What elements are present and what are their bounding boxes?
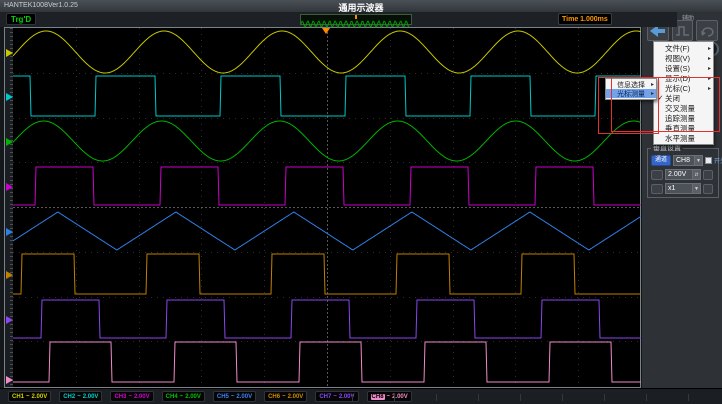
channel-id-label: CH3 — [114, 393, 127, 400]
channel-badge[interactable]: CH5 ~2.00V — [212, 391, 257, 402]
menu-item[interactable]: 文件(F) ▸ — [654, 43, 713, 53]
divider — [646, 394, 647, 401]
channel-status-bar: CH1 ~2.00V CH2 ~2.00V CH3 ~2.00V CH4 ~2.00V CH5 ~… — [0, 388, 722, 404]
channel-badge[interactable]: CH4 ~2.00V — [161, 391, 205, 402]
overview-waveform — [300, 19, 410, 29]
pulse-icon — [676, 25, 689, 36]
status-bar: Trg'D Time 1.000ms — [0, 12, 641, 29]
divider — [604, 394, 605, 401]
trigger-status-badge: Trg'D — [6, 13, 37, 25]
submenu-arrow-icon: ▸ — [707, 65, 711, 72]
coupling-symbol: ~ — [26, 393, 30, 400]
channel-marker-ch2[interactable] — [6, 93, 13, 101]
volts-per-div-label: 2.00V — [82, 393, 99, 400]
coupling-symbol: ~ — [282, 393, 286, 400]
channel-badge[interactable]: CH2 ~2.00V — [59, 391, 103, 402]
trigger-position-marker-icon[interactable] — [322, 28, 330, 34]
menu-item-label: 水平测量 — [665, 133, 695, 143]
channel-id-label: CH5 — [216, 393, 229, 400]
coupling-symbol: ~ — [179, 393, 184, 400]
coupling-symbol: ~ — [77, 393, 81, 400]
spinner-icon[interactable]: ⇵ — [692, 170, 700, 179]
coupling-symbol: ~ — [333, 393, 337, 400]
channel-marker-ch4[interactable] — [6, 138, 13, 146]
channel-id-label: CH1 — [12, 393, 25, 400]
chevron-down-icon[interactable]: ▼ — [692, 184, 700, 193]
waveform-display[interactable] — [4, 27, 641, 388]
channel-id-label: CH4 — [165, 393, 178, 400]
timebase-readout[interactable]: Time 1.000ms — [558, 13, 612, 25]
volts-per-div-select[interactable]: 2.00V ⇵ — [665, 169, 701, 180]
channel-marker-ch6[interactable] — [6, 271, 13, 279]
volts-per-div-label: 2.00V — [31, 393, 48, 400]
probe-next-button[interactable] — [703, 183, 713, 194]
coupling-symbol: ~ — [128, 393, 132, 400]
channel-marker-ch8[interactable] — [6, 376, 13, 384]
divider — [352, 394, 353, 401]
coupling-symbol: ~ — [230, 393, 235, 400]
channel-badge[interactable]: CH8 ~2.00V — [366, 391, 412, 402]
channel-id-label: CH2 — [63, 393, 76, 400]
channel-marker-ch7[interactable] — [6, 316, 13, 324]
page-title: 通用示波器 — [338, 3, 384, 13]
group-title: 垂直设置 — [651, 145, 683, 152]
channel-marker-ch5[interactable] — [6, 228, 13, 236]
redo-button[interactable] — [696, 20, 718, 41]
volts-per-div-label: 2.00V — [185, 393, 201, 400]
channel-id-label: CH7 — [319, 393, 332, 400]
switch-label: 开关 — [714, 159, 722, 165]
probe-select[interactable]: x1 ▼ — [665, 183, 701, 194]
volts-per-div-label: 2.00V — [133, 393, 150, 400]
probe-prev-button[interactable] — [651, 183, 663, 194]
volts-decrease-button[interactable] — [651, 169, 663, 180]
vertical-settings-group: 垂直设置 通道 CH8 ▼ 开关 2.00V ⇵ x1 ▼ — [647, 145, 722, 198]
channel-enable-checkbox[interactable] — [705, 157, 712, 164]
channel-marker-ch3[interactable] — [6, 183, 13, 191]
redo-arrow-icon — [701, 27, 714, 37]
divider — [562, 394, 563, 401]
menu-item[interactable]: 视图(V) ▸ — [654, 53, 713, 63]
volts-per-div-label: 2.00V — [236, 393, 253, 400]
chevron-down-icon[interactable]: ▼ — [694, 156, 702, 165]
divider — [478, 394, 479, 401]
channel-marker-ch1[interactable] — [6, 49, 13, 57]
submenu-arrow-icon: ▸ — [707, 55, 711, 62]
waveform-plot[interactable] — [13, 28, 641, 386]
overview-trace — [300, 19, 410, 29]
channel-id-label: CH8 — [370, 393, 385, 400]
channel-badge[interactable]: CH1 ~2.00V — [8, 391, 52, 402]
divider — [436, 394, 437, 401]
vertical-ruler — [5, 28, 13, 387]
channel-badge[interactable]: CH6 ~2.00V — [264, 391, 308, 402]
menu-item[interactable]: 设置(S) ▸ — [654, 63, 713, 73]
status-bar-extension — [641, 12, 677, 27]
annotation-rectangle — [611, 77, 720, 132]
menu-item[interactable]: 水平测量 — [654, 133, 713, 143]
submenu-arrow-icon: ▸ — [707, 45, 711, 52]
channel-badge[interactable]: CH3 ~2.00V — [110, 391, 154, 402]
channel-select[interactable]: CH8 ▼ — [673, 155, 703, 166]
buffer-overview[interactable] — [300, 14, 412, 29]
divider — [520, 394, 521, 401]
channel-id-label: CH6 — [268, 393, 281, 400]
coupling-symbol: ~ — [386, 393, 391, 400]
divider — [394, 394, 395, 401]
volts-per-div-label: 2.00V — [287, 393, 304, 400]
divider — [688, 394, 689, 401]
overview-trigger-tick-icon[interactable] — [355, 15, 357, 19]
title-bar: HANTEK1008Ver1.0.25 通用示波器 — [0, 0, 722, 13]
channel-button[interactable]: 通道 — [651, 155, 671, 166]
volts-increase-button[interactable] — [703, 169, 713, 180]
